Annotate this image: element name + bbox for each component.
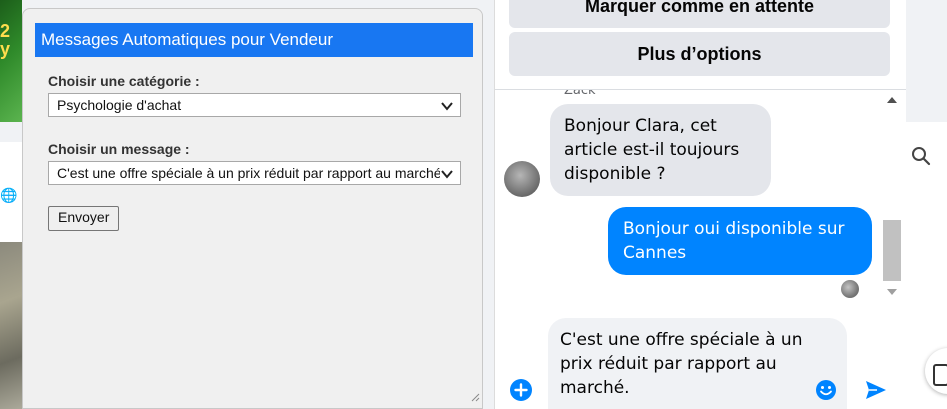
banner-fragment-text: 2 y xyxy=(0,21,11,59)
scrollbar[interactable] xyxy=(883,90,901,300)
seen-receipt-avatar xyxy=(841,280,859,298)
category-select-value: Psychologie d'achat xyxy=(57,97,182,113)
category-label: Choisir une catégorie : xyxy=(48,73,200,89)
auto-messages-panel: Messages Automatiques pour Vendeur Chois… xyxy=(22,8,483,409)
send-icon[interactable] xyxy=(864,378,888,407)
search-icon[interactable] xyxy=(911,146,931,171)
message-label: Choisir un message : xyxy=(48,141,190,157)
message-composer-input[interactable]: C'est une offre spéciale à un prix rédui… xyxy=(548,318,847,409)
compose-icon xyxy=(933,364,947,386)
chat-panel: Marquer comme en attente Plus d’options … xyxy=(494,0,906,409)
more-options-button[interactable]: Plus d’options xyxy=(509,32,890,76)
emoji-icon[interactable] xyxy=(815,379,837,406)
incoming-message-bubble: Bonjour Clara, cet article est-il toujou… xyxy=(550,104,771,196)
mark-pending-button[interactable]: Marquer comme en attente xyxy=(509,0,890,28)
sender-name: Zack xyxy=(564,90,596,98)
message-select-value: C'est une offre spéciale à un prix rédui… xyxy=(57,165,446,181)
resize-grip-icon[interactable] xyxy=(470,389,480,407)
chevron-down-icon xyxy=(440,97,454,116)
outgoing-message-bubble: Bonjour oui disponible sur Cannes xyxy=(608,207,872,275)
background-photo-fragment xyxy=(0,242,22,409)
plus-icon[interactable] xyxy=(509,378,533,407)
message-select[interactable]: C'est une offre spéciale à un prix rédui… xyxy=(48,161,461,185)
globe-icon: 🌐 xyxy=(0,187,18,203)
auto-messages-title: Messages Automatiques pour Vendeur xyxy=(35,23,473,57)
chevron-down-icon xyxy=(440,165,454,184)
scroll-up-arrow-icon[interactable] xyxy=(887,97,897,103)
background-banner-fragment: 2 y xyxy=(0,0,22,122)
scroll-down-arrow-icon[interactable] xyxy=(887,289,897,295)
background-right-strip xyxy=(905,0,947,409)
send-button[interactable]: Envoyer xyxy=(48,206,120,231)
category-select[interactable]: Psychologie d'achat xyxy=(48,93,461,117)
message-list: Zack Bonjour Clara, cet article est-il t… xyxy=(495,90,883,300)
scroll-thumb[interactable] xyxy=(883,220,901,281)
background-card-fragment: 🌐 xyxy=(0,142,22,242)
avatar[interactable] xyxy=(504,161,540,197)
